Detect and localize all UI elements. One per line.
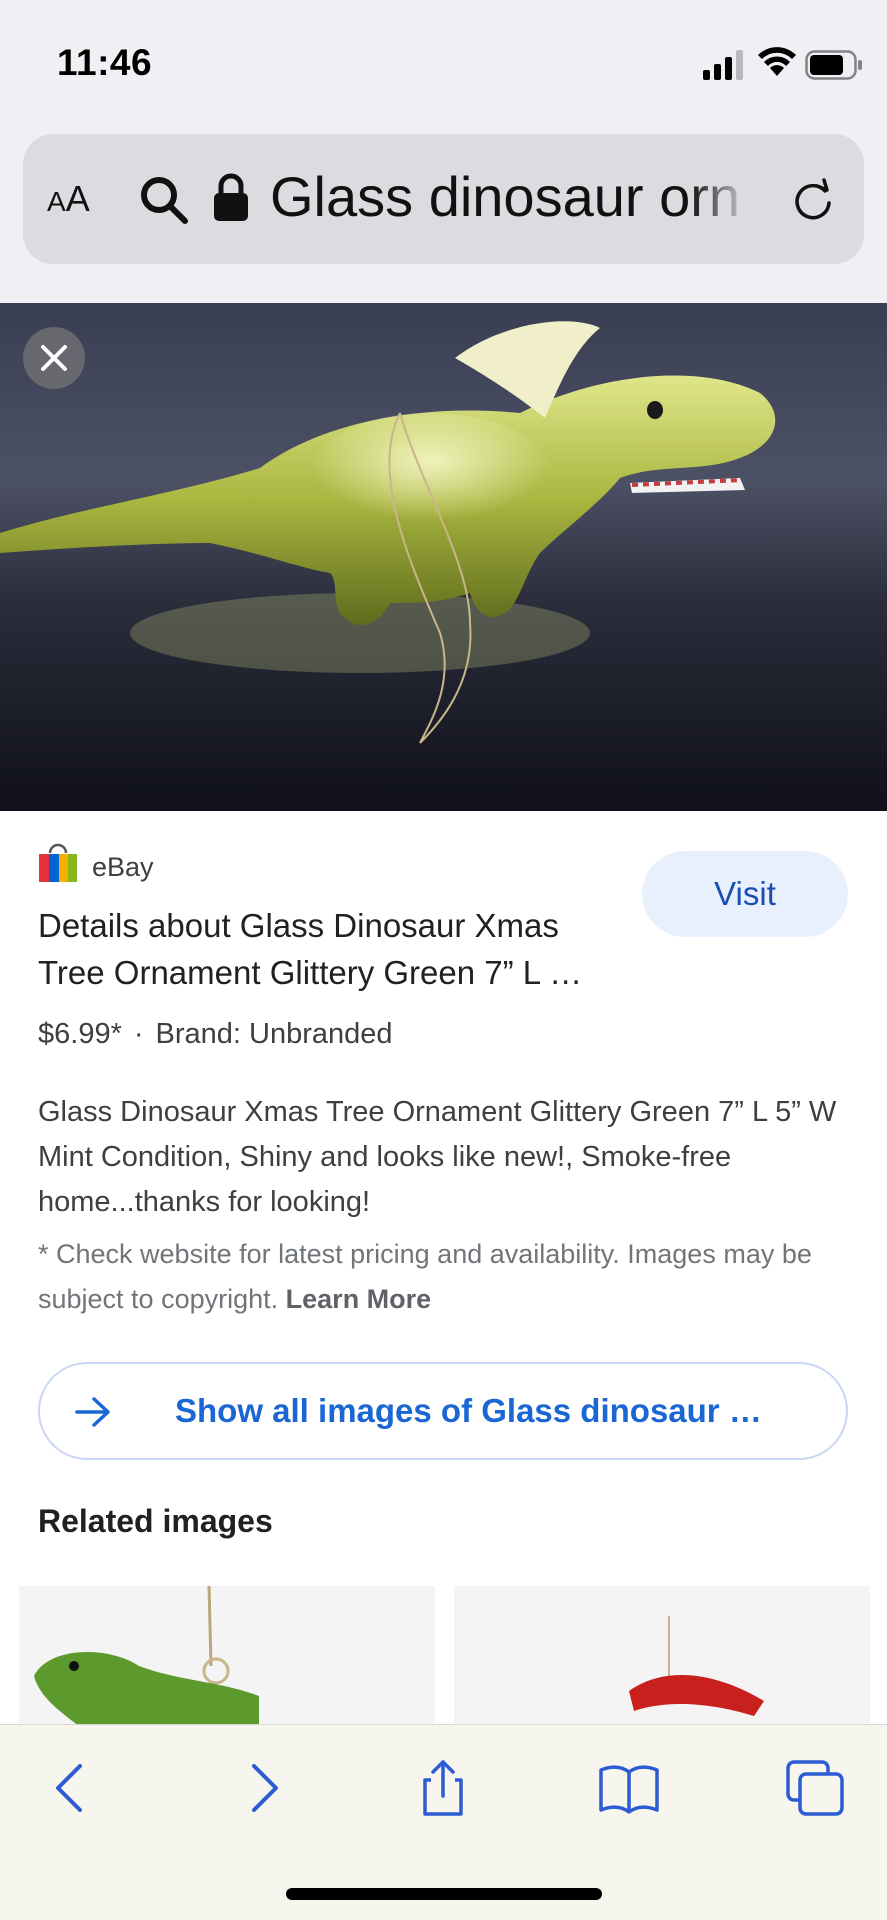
ebay-logo-icon xyxy=(39,843,77,882)
green-dinosaur-thumbnail xyxy=(34,1586,259,1726)
reload-icon[interactable] xyxy=(790,176,836,222)
text-size-button[interactable]: AA xyxy=(47,178,90,220)
related-images-heading: Related images xyxy=(38,1503,273,1539)
bookmarks-icon[interactable] xyxy=(597,1760,661,1816)
brand: Brand: Unbranded xyxy=(155,1018,393,1050)
show-all-images-button[interactable]: Show all images of Glass dinosaur … xyxy=(38,1362,848,1460)
forward-icon[interactable] xyxy=(230,1760,294,1816)
result-image xyxy=(0,303,887,811)
price: $6.99* xyxy=(38,1018,122,1050)
lock-icon xyxy=(214,173,248,221)
learn-more-link[interactable]: Learn More xyxy=(286,1284,432,1314)
battery-icon xyxy=(805,50,862,80)
red-hat-ornament-thumbnail xyxy=(629,1616,764,1716)
close-icon xyxy=(41,345,67,371)
visit-button[interactable]: Visit xyxy=(642,851,848,937)
tabs-icon[interactable] xyxy=(784,1760,848,1816)
search-icon xyxy=(141,177,188,224)
close-button[interactable] xyxy=(23,327,85,389)
source-name[interactable]: eBay xyxy=(92,852,154,883)
result-description: Glass Dinosaur Xmas Tree Ornament Glitte… xyxy=(38,1096,837,1218)
dinosaur-ornament-illustration xyxy=(0,321,776,744)
show-all-label: Show all images of Glass dinosaur … xyxy=(175,1392,762,1429)
related-image[interactable] xyxy=(454,1586,870,1726)
related-image[interactable] xyxy=(19,1586,435,1726)
wifi-icon xyxy=(758,47,796,76)
url-text[interactable]: Glass dinosaur ornament xyxy=(270,164,742,230)
disclaimer: * Check website for latest pricing and a… xyxy=(38,1232,858,1322)
separator: · xyxy=(133,1018,144,1050)
result-title[interactable]: Details about Glass Dinosaur Xmas Tree O… xyxy=(38,902,628,996)
url-fade xyxy=(690,160,750,232)
status-time: 11:46 xyxy=(57,42,153,83)
arrow-right-icon xyxy=(75,1397,110,1427)
signal-icon xyxy=(703,50,743,80)
price-line: $6.99* · Brand: Unbranded xyxy=(38,1018,393,1051)
home-indicator[interactable] xyxy=(286,1888,602,1900)
back-icon[interactable] xyxy=(40,1760,104,1816)
share-icon[interactable] xyxy=(411,1760,475,1816)
